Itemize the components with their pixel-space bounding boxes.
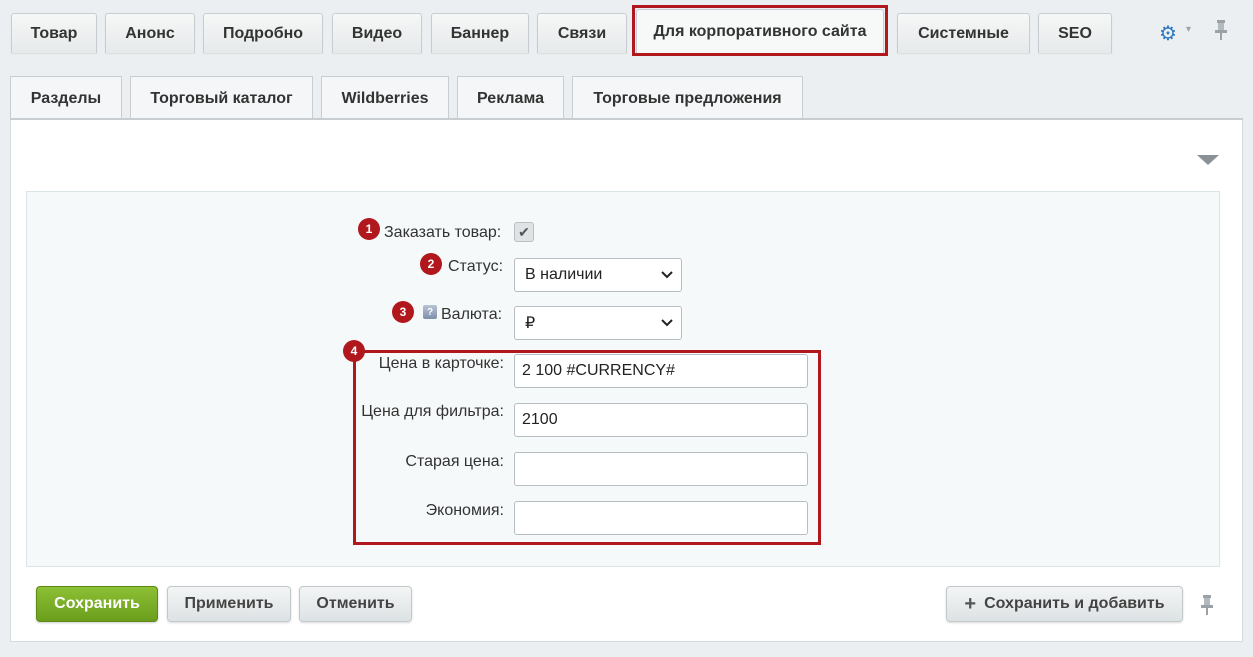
old-price-input[interactable]	[514, 452, 808, 486]
subtab-advertising[interactable]: Реклама	[457, 76, 564, 120]
caret-down-icon[interactable]: ▾	[1186, 24, 1191, 35]
tab-seo[interactable]: SEO	[1038, 13, 1112, 53]
highlight-active-tab	[632, 5, 888, 56]
marker-1: 1	[358, 218, 380, 240]
tab-anons[interactable]: Анонс	[105, 13, 195, 53]
order-label: Заказать товар:	[384, 224, 502, 241]
price-card-label: Цена в карточке:	[378, 355, 504, 372]
subtab-trade-catalog[interactable]: Торговый каталог	[130, 76, 313, 120]
pin-icon[interactable]	[1213, 19, 1229, 46]
cancel-button[interactable]: Отменить	[299, 586, 412, 622]
save-and-add-button[interactable]: + Сохранить и добавить	[946, 586, 1183, 622]
savings-input[interactable]	[514, 501, 808, 535]
plus-icon: +	[964, 592, 977, 615]
pin-icon[interactable]	[1199, 594, 1215, 621]
status-label: Статус:	[448, 258, 504, 275]
tab-system[interactable]: Системные	[897, 13, 1030, 53]
status-select[interactable]: В наличии	[514, 258, 682, 292]
subtab-sections[interactable]: Разделы	[10, 76, 122, 120]
order-checkbox[interactable]: ✔	[514, 222, 534, 242]
marker-3: 3	[392, 301, 414, 323]
collapse-triangle-icon[interactable]	[1197, 155, 1219, 165]
price-filter-label: Цена для фильтра:	[361, 403, 504, 420]
tab-banner[interactable]: Баннер	[431, 13, 529, 53]
apply-button[interactable]: Применить	[167, 586, 291, 622]
save-button[interactable]: Сохранить	[36, 586, 158, 622]
tab-podrobno[interactable]: Подробно	[203, 13, 323, 53]
marker-2: 2	[420, 253, 442, 275]
tab-svyazi[interactable]: Связи	[537, 13, 627, 53]
check-icon: ✔	[518, 223, 530, 240]
currency-value: ₽	[525, 315, 536, 332]
help-icon[interactable]: ?	[423, 305, 437, 319]
subtab-wildberries[interactable]: Wildberries	[321, 76, 449, 120]
chevron-down-icon	[661, 267, 673, 283]
tab-video[interactable]: Видео	[332, 13, 422, 53]
old-price-label: Старая цена:	[405, 453, 504, 470]
gear-icon[interactable]: ⚙	[1159, 21, 1177, 46]
tab-tovar[interactable]: Товар	[11, 13, 97, 53]
price-card-input[interactable]: 2 100 #CURRENCY#	[514, 354, 808, 388]
currency-label: Валюта:	[441, 306, 503, 323]
price-filter-input[interactable]: 2100	[514, 403, 808, 437]
status-value: В наличии	[525, 266, 603, 283]
savings-label: Экономия:	[425, 502, 504, 519]
save-and-add-label: Сохранить и добавить	[984, 595, 1165, 612]
chevron-down-icon	[661, 315, 673, 331]
currency-select[interactable]: ₽	[514, 306, 682, 340]
marker-4: 4	[343, 340, 365, 362]
subtab-offers[interactable]: Торговые предложения	[572, 76, 803, 120]
